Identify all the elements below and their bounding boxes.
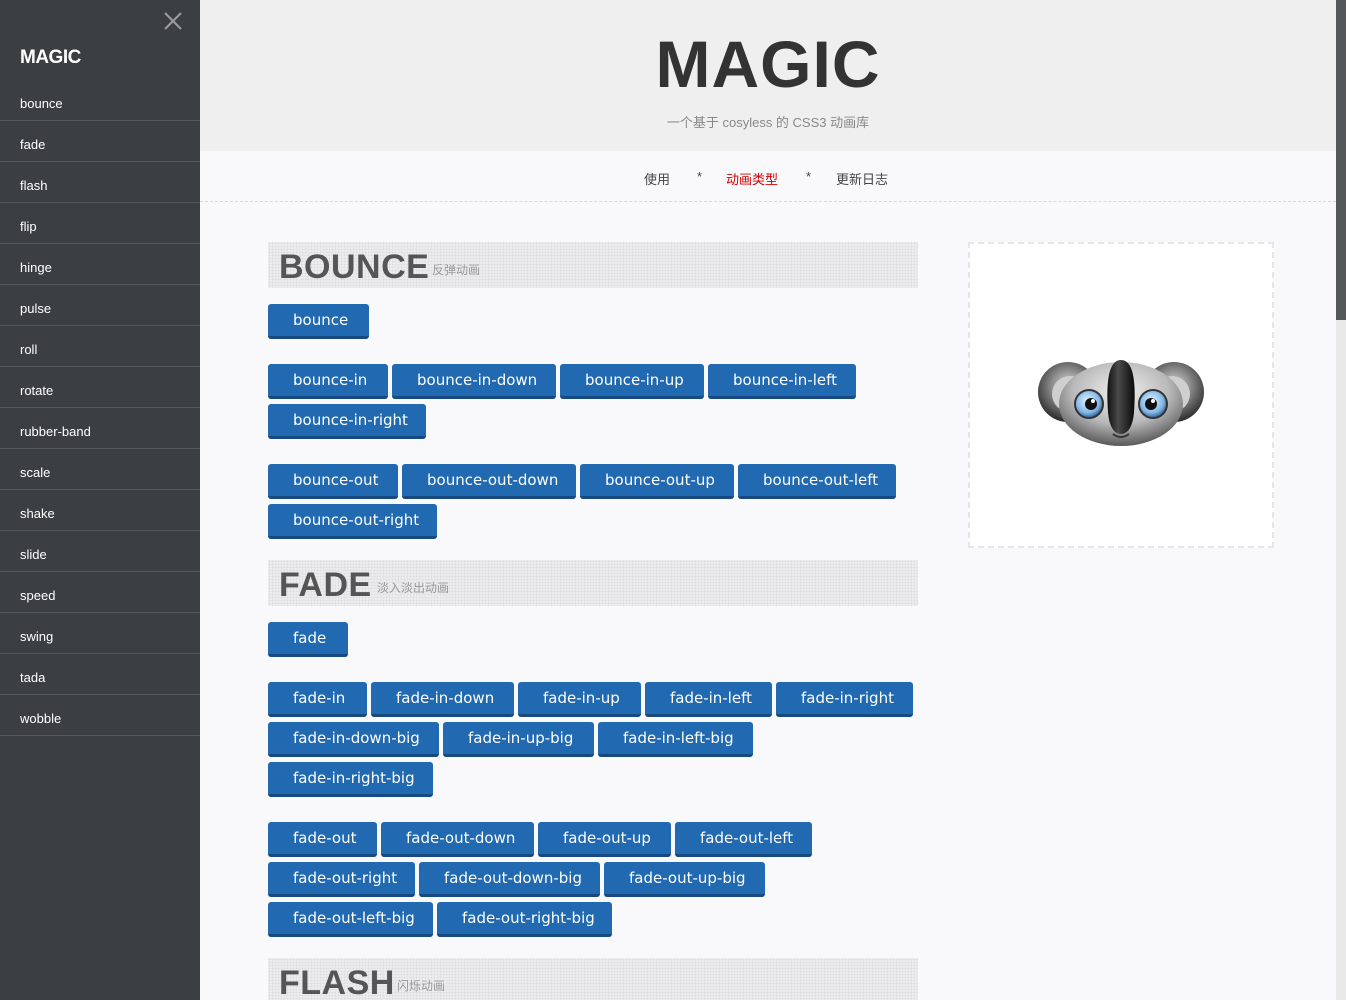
btn-fade-in-right[interactable]: fade-in-right <box>776 682 913 717</box>
top-nav: 使用 * 动画类型 * 更新日志 <box>200 151 1336 202</box>
nav-changelog[interactable]: 更新日志 <box>836 169 888 188</box>
sidebar-menu: bounce fade flash flip hinge pulse roll … <box>0 80 200 736</box>
page-header: MAGIC 一个基于 cosyless 的 CSS3 动画库 <box>200 0 1336 151</box>
sidebar-item-swing[interactable]: swing <box>0 613 200 654</box>
btn-bounce-in-left[interactable]: bounce-in-left <box>708 364 856 399</box>
btn-fade-out[interactable]: fade-out <box>268 822 377 857</box>
sidebar-item-roll[interactable]: roll <box>0 326 200 367</box>
page-title: MAGIC <box>655 27 881 101</box>
section-subtitle: 反弹动画 <box>432 263 481 277</box>
btn-fade-in-down-big[interactable]: fade-in-down-big <box>268 722 439 757</box>
section-subtitle: 闪烁动画 <box>397 979 446 993</box>
section-header-bounce: BOUNCE 反弹动画 <box>268 242 918 288</box>
btn-fade-out-up[interactable]: fade-out-up <box>538 822 671 857</box>
sidebar-item-shake[interactable]: shake <box>0 490 200 531</box>
btn-fade-out-left-big[interactable]: fade-out-left-big <box>268 902 433 937</box>
btn-bounce-out-down[interactable]: bounce-out-down <box>402 464 576 499</box>
btn-bounce-in-down[interactable]: bounce-in-down <box>392 364 556 399</box>
btn-fade-in-left-big[interactable]: fade-in-left-big <box>598 722 753 757</box>
btn-fade-out-down[interactable]: fade-out-down <box>381 822 534 857</box>
sidebar-item-slide[interactable]: slide <box>0 531 200 572</box>
sidebar-item-scale[interactable]: scale <box>0 449 200 490</box>
btn-fade-in-left[interactable]: fade-in-left <box>645 682 772 717</box>
btn-fade-in-right-big[interactable]: fade-in-right-big <box>268 762 433 797</box>
sidebar-item-speed[interactable]: speed <box>0 572 200 613</box>
btn-fade-in-up-big[interactable]: fade-in-up-big <box>443 722 594 757</box>
btn-fade-in-down[interactable]: fade-in-down <box>371 682 514 717</box>
page-subtitle: 一个基于 cosyless 的 CSS3 动画库 <box>666 115 870 130</box>
btn-bounce[interactable]: bounce <box>268 304 369 339</box>
scrollbar[interactable] <box>1336 0 1346 1000</box>
section-header-flash: FLASH 闪烁动画 <box>268 958 918 1000</box>
sidebar-item-rubber-band[interactable]: rubber-band <box>0 408 200 449</box>
btn-bounce-in-up[interactable]: bounce-in-up <box>560 364 704 399</box>
sidebar-item-hinge[interactable]: hinge <box>0 244 200 285</box>
sidebar-item-tada[interactable]: tada <box>0 654 200 695</box>
btn-bounce-out-left[interactable]: bounce-out-left <box>738 464 896 499</box>
sidebar-item-pulse[interactable]: pulse <box>0 285 200 326</box>
sidebar: MAGIC bounce fade flash flip hinge pulse… <box>0 0 200 1000</box>
btn-bounce-in[interactable]: bounce-in <box>268 364 388 399</box>
btn-fade-in[interactable]: fade-in <box>268 682 367 717</box>
animation-preview <box>968 242 1274 548</box>
btn-bounce-in-right[interactable]: bounce-in-right <box>268 404 426 439</box>
nav-separator: * <box>697 169 703 184</box>
sidebar-item-bounce[interactable]: bounce <box>0 80 200 121</box>
btn-fade-out-right[interactable]: fade-out-right <box>268 862 415 897</box>
btn-fade-out-right-big[interactable]: fade-out-right-big <box>437 902 612 937</box>
section-title: FADE <box>279 566 372 604</box>
sidebar-item-rotate[interactable]: rotate <box>0 367 200 408</box>
koala-icon <box>1038 360 1204 446</box>
nav-separator: * <box>806 169 812 184</box>
btn-fade-out-left[interactable]: fade-out-left <box>675 822 812 857</box>
sidebar-brand: MAGIC <box>20 47 81 68</box>
close-icon[interactable] <box>162 10 184 32</box>
sidebar-item-flash[interactable]: flash <box>0 162 200 203</box>
btn-bounce-out-right[interactable]: bounce-out-right <box>268 504 437 539</box>
sidebar-item-fade[interactable]: fade <box>0 121 200 162</box>
sidebar-item-wobble[interactable]: wobble <box>0 695 200 736</box>
sidebar-item-flip[interactable]: flip <box>0 203 200 244</box>
section-title: BOUNCE <box>279 248 430 286</box>
btn-fade-out-up-big[interactable]: fade-out-up-big <box>604 862 765 897</box>
btn-fade-in-up[interactable]: fade-in-up <box>518 682 641 717</box>
section-header-fade: FADE 淡入淡出动画 <box>268 560 918 606</box>
btn-bounce-out[interactable]: bounce-out <box>268 464 398 499</box>
scrollbar-thumb[interactable] <box>1336 0 1346 320</box>
nav-usage[interactable]: 使用 <box>644 169 670 188</box>
nav-animation-types[interactable]: 动画类型 <box>726 169 778 188</box>
section-subtitle: 淡入淡出动画 <box>377 581 450 595</box>
btn-fade-out-down-big[interactable]: fade-out-down-big <box>419 862 600 897</box>
btn-fade[interactable]: fade <box>268 622 348 657</box>
section-title: FLASH <box>279 964 395 1000</box>
btn-bounce-out-up[interactable]: bounce-out-up <box>580 464 734 499</box>
